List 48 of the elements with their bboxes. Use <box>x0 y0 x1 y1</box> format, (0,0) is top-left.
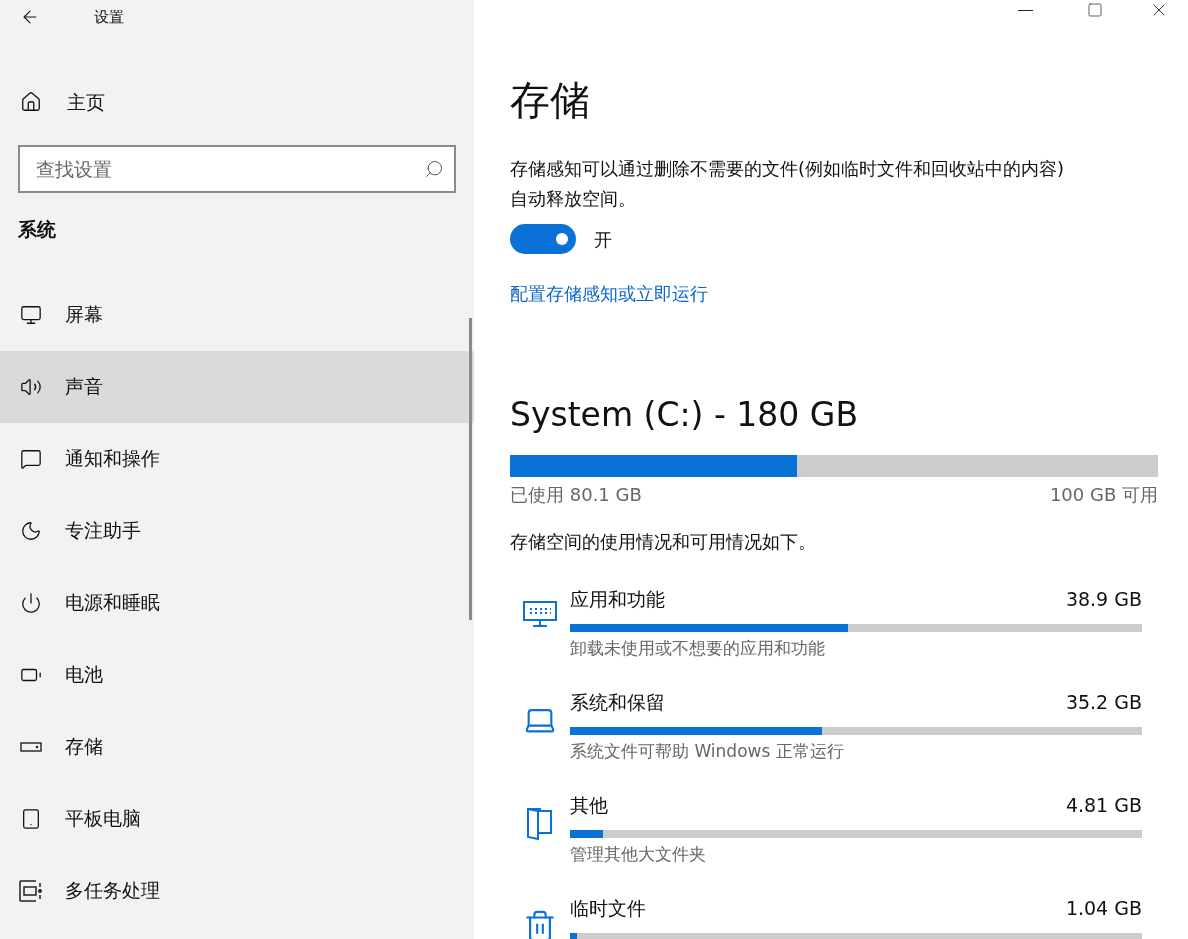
sidebar-item[interactable]: 平板电脑 <box>0 782 474 855</box>
moon-icon <box>20 519 42 542</box>
sidebar-item[interactable]: 电池 <box>0 638 474 711</box>
category-size: 35.2 GB <box>1065 689 1142 715</box>
category-name[interactable]: 系统和保留 <box>570 688 665 715</box>
category-size: 4.81 GB <box>1065 792 1142 818</box>
page-title: 存储 <box>510 76 591 124</box>
sidebar-item[interactable]: 专注助手 <box>0 494 474 567</box>
category-size: 1.04 GB <box>1065 895 1142 921</box>
settings-link[interactable]: 配置存储感知或立即运行 <box>510 280 708 307</box>
section-heading: 系统 <box>17 217 57 242</box>
category-description: 系统文件可帮助 Windows 正常运行 <box>570 739 845 763</box>
category-name[interactable]: 应用和功能 <box>570 585 665 612</box>
search-field[interactable]: 查找设置 <box>18 145 456 193</box>
power-icon <box>20 591 42 614</box>
window-title: 设置 <box>94 6 124 28</box>
category-description: 管理其他大文件夹 <box>570 842 707 866</box>
category-name[interactable]: 其他 <box>570 791 608 818</box>
sidebar-item[interactable]: 存储 <box>0 710 474 783</box>
folder-icon <box>525 805 555 842</box>
description: 存储感知可以通过删除不需要的文件(例如临时文件和回收站中的内容)自动释放空间。 <box>510 157 1066 211</box>
toggle-switch[interactable] <box>510 224 576 254</box>
monitor-icon <box>20 303 42 326</box>
home-icon <box>20 91 42 113</box>
multitask-icon <box>19 879 43 902</box>
drive-title: System (C:) - 180 GB <box>510 395 860 435</box>
trash-icon <box>523 908 557 939</box>
sidebar-item[interactable]: 电源和睡眠 <box>0 566 474 639</box>
tablet-icon <box>20 807 42 830</box>
scrollbar[interactable] <box>469 318 472 620</box>
summary-text: 存储空间的使用情况和可用情况如下。 <box>510 529 817 554</box>
search-icon <box>424 159 444 179</box>
category-size: 38.9 GB <box>1065 586 1142 612</box>
free-space: 100 GB 可用 <box>1049 482 1158 507</box>
home-item[interactable]: 主页 <box>0 84 474 120</box>
sidebar-item[interactable]: 多任务处理 <box>0 854 474 927</box>
monitor-keyboard-icon <box>522 599 558 628</box>
used-space: 已使用 80.1 GB <box>510 482 642 507</box>
category-description: 卸载未使用或不想要的应用和功能 <box>570 636 826 660</box>
category-name[interactable]: 临时文件 <box>570 894 646 921</box>
minimize-icon <box>1017 9 1033 11</box>
sidebar-item[interactable]: 通知和操作 <box>0 422 474 495</box>
speech-bubble-icon <box>20 447 42 470</box>
sidebar-item[interactable]: 屏幕 <box>0 278 474 351</box>
drive-icon <box>20 741 42 752</box>
sidebar-item[interactable]: 声音 <box>0 350 474 423</box>
toggle-label: 开 <box>594 227 612 252</box>
maximize-icon <box>1087 2 1103 18</box>
